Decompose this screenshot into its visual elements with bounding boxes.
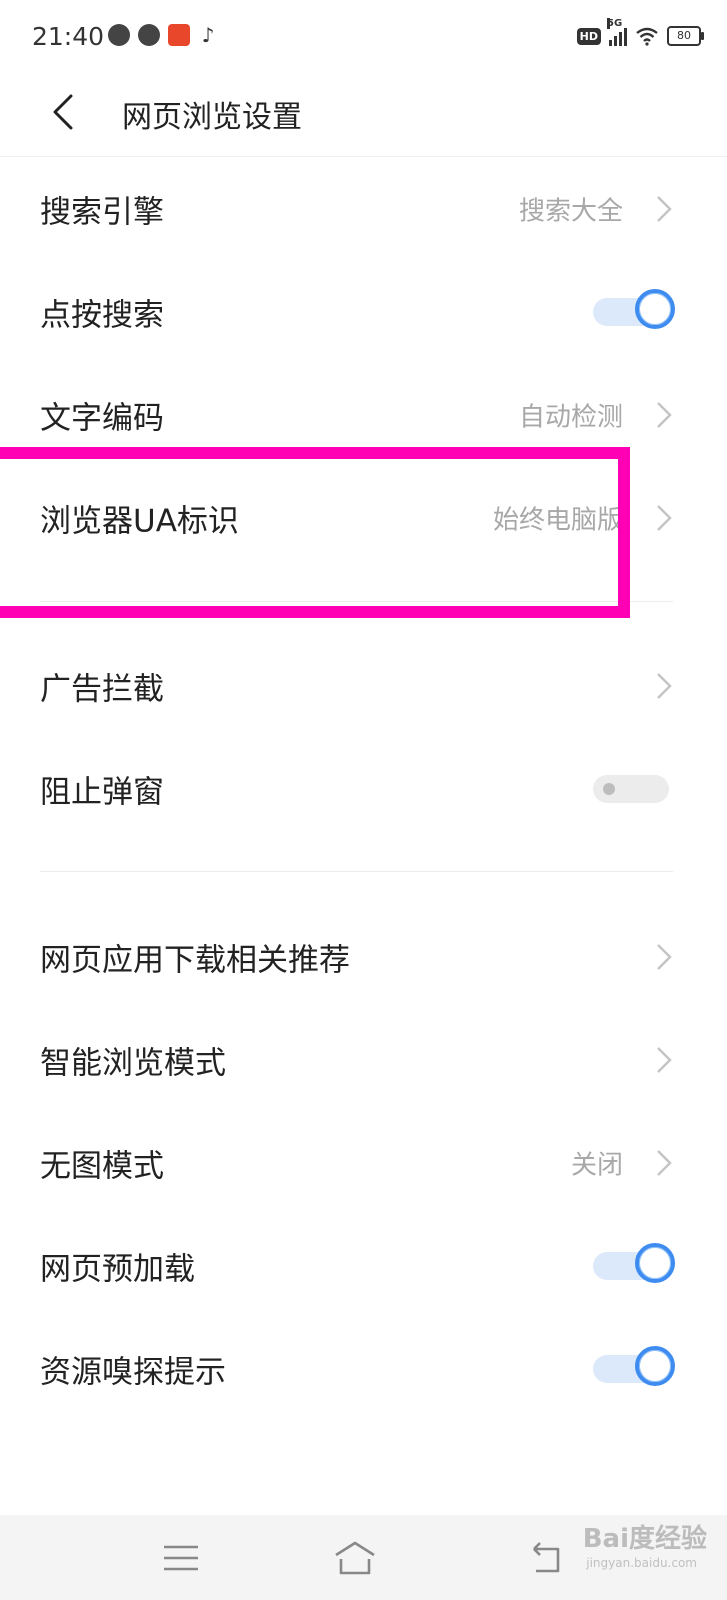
watermark-url: jingyan.baidu.com <box>586 1556 697 1570</box>
toggle-knob <box>603 782 615 795</box>
page-title: 网页浏览设置 <box>122 100 302 135</box>
toggle-knob <box>635 288 675 329</box>
chevron-right-icon <box>657 672 672 699</box>
status-bar: 21:40 ♪ HD 5G 80 <box>0 0 727 78</box>
status-time: 21:40 <box>32 22 105 51</box>
setting-label: 点按搜索 <box>40 297 164 333</box>
setting-text-encoding[interactable]: 文字编码 自动检测 <box>0 363 727 466</box>
chevron-right-icon <box>657 504 672 531</box>
speedometer-icon <box>108 24 130 46</box>
setting-browser-ua[interactable]: 浏览器UA标识 始终电脑版 <box>0 466 727 569</box>
menu-icon[interactable] <box>158 1535 204 1581</box>
setting-label: 无图模式 <box>40 1148 164 1184</box>
page-preload-toggle[interactable] <box>593 1242 675 1283</box>
setting-label: 网页应用下载相关推荐 <box>40 942 350 978</box>
setting-label: 智能浏览模式 <box>40 1045 226 1081</box>
setting-search-engine[interactable]: 搜索引擎 搜索大全 <box>0 157 727 260</box>
setting-resource-sniff: 资源嗅探提示 <box>0 1317 727 1420</box>
setting-label: 网页预加载 <box>40 1251 195 1287</box>
resource-sniff-toggle[interactable] <box>593 1345 675 1386</box>
setting-label: 文字编码 <box>40 400 164 436</box>
setting-block-popups: 阻止弹窗 <box>0 737 727 840</box>
tap-search-toggle[interactable] <box>593 288 675 329</box>
setting-value: 自动检测 <box>518 402 623 432</box>
setting-value: 关闭 <box>570 1150 623 1180</box>
hd-badge: HD <box>576 27 601 45</box>
setting-label: 浏览器UA标识 <box>40 503 239 539</box>
music-icon <box>138 24 160 46</box>
section-divider <box>40 601 673 602</box>
wifi-icon <box>636 27 658 46</box>
chevron-left-icon[interactable] <box>45 92 85 132</box>
notification-icons: ♪ <box>108 24 218 46</box>
taobao-app-icon <box>168 24 190 46</box>
chevron-right-icon <box>657 943 672 970</box>
block-popups-toggle[interactable] <box>593 772 673 806</box>
setting-value: 始终电脑版 <box>492 505 623 535</box>
chevron-right-icon <box>657 401 672 428</box>
watermark-logo: Bai度经验 <box>582 1524 707 1554</box>
chevron-right-icon <box>657 1149 672 1176</box>
battery-icon: 80 <box>667 26 704 46</box>
network-type-label: 5G <box>607 18 623 29</box>
home-icon[interactable] <box>332 1535 378 1581</box>
tiktok-icon: ♪ <box>201 23 215 47</box>
chevron-right-icon <box>657 195 672 222</box>
setting-smart-browse-mode[interactable]: 智能浏览模式 <box>0 1008 727 1111</box>
setting-page-preload: 网页预加载 <box>0 1214 727 1317</box>
setting-tap-search: 点按搜索 <box>0 260 727 363</box>
back-icon[interactable] <box>522 1535 568 1581</box>
setting-label: 广告拦截 <box>40 671 164 707</box>
status-right: HD 5G 80 <box>576 18 704 46</box>
setting-value: 搜索大全 <box>518 196 623 226</box>
chevron-right-icon <box>657 1046 672 1073</box>
setting-app-download-recommend[interactable]: 网页应用下载相关推荐 <box>0 905 727 1008</box>
setting-label: 资源嗅探提示 <box>40 1354 226 1390</box>
section-divider <box>40 871 673 872</box>
toggle-knob <box>635 1242 675 1283</box>
setting-label: 搜索引擎 <box>40 194 164 230</box>
setting-no-image-mode[interactable]: 无图模式 关闭 <box>0 1111 727 1214</box>
toggle-knob <box>635 1345 675 1386</box>
setting-ad-block[interactable]: 广告拦截 <box>0 634 727 737</box>
header: 网页浏览设置 <box>0 78 727 157</box>
setting-label: 阻止弹窗 <box>40 774 164 810</box>
signal-icon: 5G <box>607 18 627 46</box>
